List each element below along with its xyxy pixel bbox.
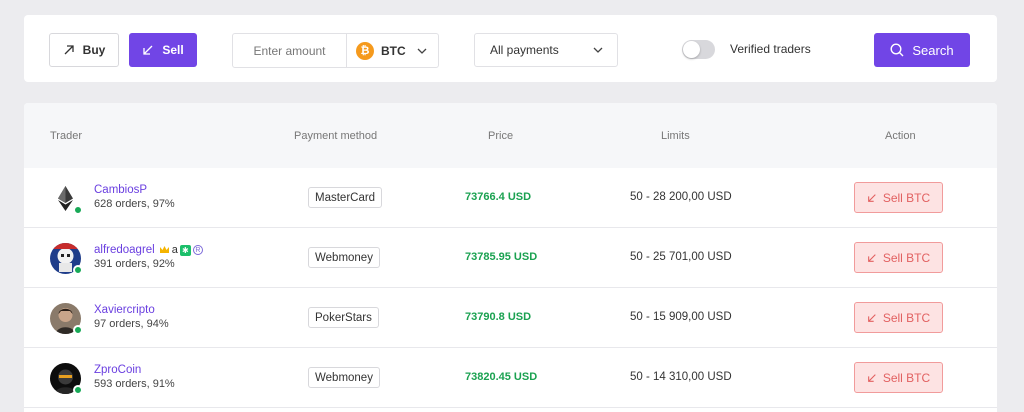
crown-icon bbox=[159, 246, 169, 253]
sell-btc-button[interactable]: Sell BTC bbox=[854, 362, 943, 393]
amount-group: ₿ BTC bbox=[232, 33, 439, 68]
arrow-up-right-icon bbox=[64, 45, 74, 55]
sell-btc-button[interactable]: Sell BTC bbox=[854, 242, 943, 273]
table-row: Xaviercripto 97 orders, 94% PokerStars 7… bbox=[24, 288, 997, 348]
payment-tag: MasterCard bbox=[308, 187, 383, 208]
sell-btc-label: Sell BTC bbox=[882, 310, 931, 325]
sell-button-label: Sell bbox=[162, 43, 184, 57]
header-trader: Trader bbox=[50, 130, 82, 142]
price: 73790.8 USD bbox=[465, 311, 532, 323]
offers-table: Trader Payment method Price Limits Actio… bbox=[24, 103, 997, 412]
currency-select[interactable]: ₿ BTC bbox=[347, 34, 438, 67]
table-header: Trader Payment method Price Limits Actio… bbox=[24, 103, 997, 168]
trader-name[interactable]: CambiosP bbox=[94, 184, 147, 196]
arrow-down-left-icon bbox=[867, 313, 876, 322]
trader-orders: 97 orders, 94% bbox=[94, 318, 169, 330]
sell-btc-label: Sell BTC bbox=[882, 370, 931, 385]
payments-select[interactable]: All payments bbox=[474, 33, 618, 67]
amount-input[interactable] bbox=[233, 34, 347, 67]
verified-badge-icon: ✱ bbox=[179, 244, 191, 256]
verified-toggle[interactable] bbox=[682, 40, 715, 59]
limits: 50 - 15 909,00 USD bbox=[630, 311, 732, 323]
header-price: Price bbox=[488, 130, 514, 142]
trader-avatar bbox=[50, 243, 83, 275]
limits: 50 - 28 200,00 USD bbox=[630, 191, 732, 203]
sell-button[interactable]: Sell bbox=[129, 33, 197, 67]
trader-badges: a ✱ R bbox=[159, 244, 203, 256]
price: 73785.95 USD bbox=[465, 251, 538, 263]
header-limits: Limits bbox=[661, 130, 690, 142]
online-indicator bbox=[73, 325, 83, 335]
price: 73820.45 USD bbox=[465, 371, 538, 383]
arrow-down-left-icon bbox=[143, 45, 153, 55]
chevron-down-icon bbox=[417, 48, 427, 54]
trader-name[interactable]: ZproCoin bbox=[94, 364, 141, 376]
table-row: alfredoagrel a ✱ R 391 orders, 92% Webmoney… bbox=[24, 228, 997, 288]
toggle-knob bbox=[683, 41, 700, 58]
search-button[interactable]: Search bbox=[874, 33, 970, 67]
online-indicator bbox=[73, 385, 83, 395]
table-row: ZproCoin 593 orders, 91% Webmoney 73820.… bbox=[24, 348, 997, 408]
buy-button-label: Buy bbox=[82, 43, 106, 57]
chevron-down-icon bbox=[593, 47, 603, 53]
filter-bar: Buy Sell ₿ BTC All payments Verified tra… bbox=[24, 15, 997, 82]
trader-avatar bbox=[50, 363, 83, 395]
table-row: CambiosP 628 orders, 97% MasterCard 7376… bbox=[24, 168, 997, 228]
trader-orders: 628 orders, 97% bbox=[94, 198, 175, 210]
trader-avatar bbox=[50, 183, 83, 215]
trader-orders: 391 orders, 92% bbox=[94, 258, 175, 270]
bitcoin-icon: ₿ bbox=[356, 41, 374, 60]
payment-tag: Webmoney bbox=[308, 247, 380, 268]
arrow-down-left-icon bbox=[867, 253, 876, 262]
limits: 50 - 25 701,00 USD bbox=[630, 251, 732, 263]
payment-tag: Webmoney bbox=[308, 367, 380, 388]
arrow-down-left-icon bbox=[867, 193, 876, 202]
badge-a-icon: a bbox=[171, 244, 178, 256]
online-indicator bbox=[73, 205, 83, 215]
header-action: Action bbox=[885, 130, 916, 142]
search-icon bbox=[890, 43, 904, 57]
online-indicator bbox=[73, 265, 83, 275]
sell-btc-button[interactable]: Sell BTC bbox=[854, 182, 943, 213]
sell-btc-label: Sell BTC bbox=[882, 250, 931, 265]
limits: 50 - 14 310,00 USD bbox=[630, 371, 732, 383]
trader-orders: 593 orders, 91% bbox=[94, 378, 175, 390]
trader-avatar bbox=[50, 303, 83, 335]
trader-name-text: alfredoagrel bbox=[94, 244, 155, 257]
verified-label: Verified traders bbox=[730, 42, 811, 56]
header-payment: Payment method bbox=[294, 130, 378, 142]
arrow-down-left-icon bbox=[867, 373, 876, 382]
sell-btc-label: Sell BTC bbox=[882, 190, 931, 205]
price: 73766.4 USD bbox=[465, 191, 532, 203]
search-button-label: Search bbox=[912, 42, 954, 58]
sell-btc-button[interactable]: Sell BTC bbox=[854, 302, 943, 333]
trader-name[interactable]: Xaviercripto bbox=[94, 304, 155, 316]
currency-label: BTC bbox=[381, 43, 406, 58]
payment-tag: PokerStars bbox=[308, 307, 379, 328]
registered-icon: R bbox=[192, 245, 203, 255]
payments-select-value: All payments bbox=[490, 43, 559, 57]
trader-name[interactable]: alfredoagrel a ✱ R bbox=[94, 244, 203, 256]
buy-button[interactable]: Buy bbox=[49, 33, 119, 67]
